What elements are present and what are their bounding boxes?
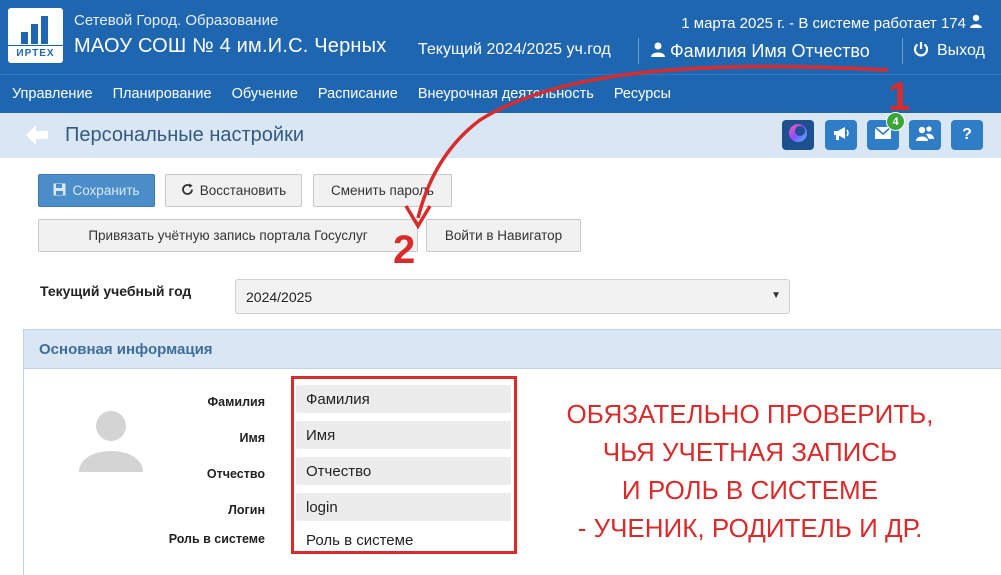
nav-item-extracurricular[interactable]: Внеурочная деятельность: [418, 86, 594, 102]
change-password-label: Сменить пароль: [331, 183, 434, 198]
panel-header: Основная информация: [24, 330, 1001, 369]
panel-title: Основная информация: [39, 341, 213, 358]
contacts-button[interactable]: [909, 120, 941, 150]
current-year-text: Текущий 2024/2025 уч.год: [418, 41, 611, 58]
school-name: МАОУ СОШ № 4 им.И.С. Черных: [74, 35, 387, 57]
logout-button[interactable]: Выход: [902, 38, 985, 64]
nav-item-management[interactable]: Управление: [12, 86, 93, 102]
user-name: Фамилия Имя Отчество: [670, 40, 870, 61]
refresh-icon: [181, 183, 194, 199]
annotation-line: ЧЬЯ УЧЕТНАЯ ЗАПИСЬ: [602, 437, 898, 467]
last-name-label: Фамилия: [207, 395, 265, 409]
change-password-button[interactable]: Сменить пароль: [313, 174, 452, 207]
save-icon: [53, 183, 66, 199]
annotation-text: ОБЯЗАТЕЛЬНО ПРОВЕРИТЬ, ЧЬЯ УЧЕТНАЯ ЗАПИС…: [530, 395, 970, 547]
restore-button[interactable]: Восстановить: [165, 174, 302, 207]
logo-text: ИРТЕХ: [8, 45, 63, 59]
current-year-value: 2024/2025: [246, 288, 313, 305]
first-name-label: Имя: [239, 431, 265, 445]
highlight-box: [291, 376, 517, 554]
save-label: Сохранить: [72, 183, 140, 198]
save-button[interactable]: Сохранить: [38, 174, 155, 207]
restore-label: Восстановить: [199, 183, 287, 198]
page-title: Персональные настройки: [65, 124, 304, 146]
dropdown-caret-icon: ▼: [771, 290, 781, 301]
user-menu[interactable]: Фамилия Имя Отчество: [638, 38, 870, 64]
link-gosuslugi-label: Привязать учётную запись портала Госуслу…: [88, 228, 368, 243]
role-label: Роль в системе: [168, 532, 265, 546]
annotation-line: И РОЛЬ В СИСТЕМЕ: [621, 475, 879, 505]
navigator-login-button[interactable]: Войти в Навигатор: [426, 219, 581, 252]
login-label: Логин: [228, 503, 265, 517]
announcements-button[interactable]: [825, 120, 857, 150]
power-icon: [913, 41, 929, 62]
nav-item-planning[interactable]: Планирование: [113, 86, 212, 102]
annotation-line: ОБЯЗАТЕЛЬНО ПРОВЕРИТЬ,: [566, 399, 934, 429]
patronymic-label: Отчество: [206, 467, 265, 481]
link-gosuslugi-button[interactable]: Привязать учётную запись портала Госуслу…: [38, 219, 418, 252]
nav-item-schedule[interactable]: Расписание: [318, 86, 398, 102]
ai-assistant-button[interactable]: [782, 120, 814, 150]
date-status: 1 марта 2025 г. - В системе работает 174: [681, 14, 983, 32]
app-name: Сетевой Город. Образование: [74, 12, 279, 29]
ai-assistant-icon: [787, 122, 809, 149]
logo-icon: [21, 16, 51, 44]
back-arrow-icon[interactable]: [24, 123, 52, 147]
step-marker-1: 1: [888, 75, 911, 119]
logout-label: Выход: [937, 42, 985, 59]
nav-item-resources[interactable]: Ресурсы: [614, 86, 671, 102]
users-icon: [915, 125, 935, 146]
help-icon: ?: [962, 126, 972, 143]
users-online-icon: [969, 14, 983, 32]
navigator-login-label: Войти в Навигатор: [444, 228, 563, 243]
date-status-text: 1 марта 2025 г. - В системе работает 174: [681, 15, 966, 32]
user-icon: [651, 42, 665, 61]
header: ИРТЕХ Сетевой Город. Образование МАОУ СО…: [0, 0, 1001, 74]
current-year-select[interactable]: 2024/2025 ▼: [235, 279, 790, 314]
annotation-line: - УЧЕНИК, РОДИТЕЛЬ И ДР.: [577, 513, 923, 543]
megaphone-icon: [832, 125, 850, 146]
help-button[interactable]: ?: [951, 120, 983, 150]
nav-item-learning[interactable]: Обучение: [232, 86, 298, 102]
step-marker-2: 2: [393, 228, 416, 272]
current-year-label: Текущий учебный год: [40, 283, 192, 299]
logo[interactable]: ИРТЕХ: [8, 8, 63, 63]
title-bar: Персональные настройки ?: [0, 113, 1001, 158]
main-nav: Управление Планирование Обучение Расписа…: [0, 74, 1001, 113]
